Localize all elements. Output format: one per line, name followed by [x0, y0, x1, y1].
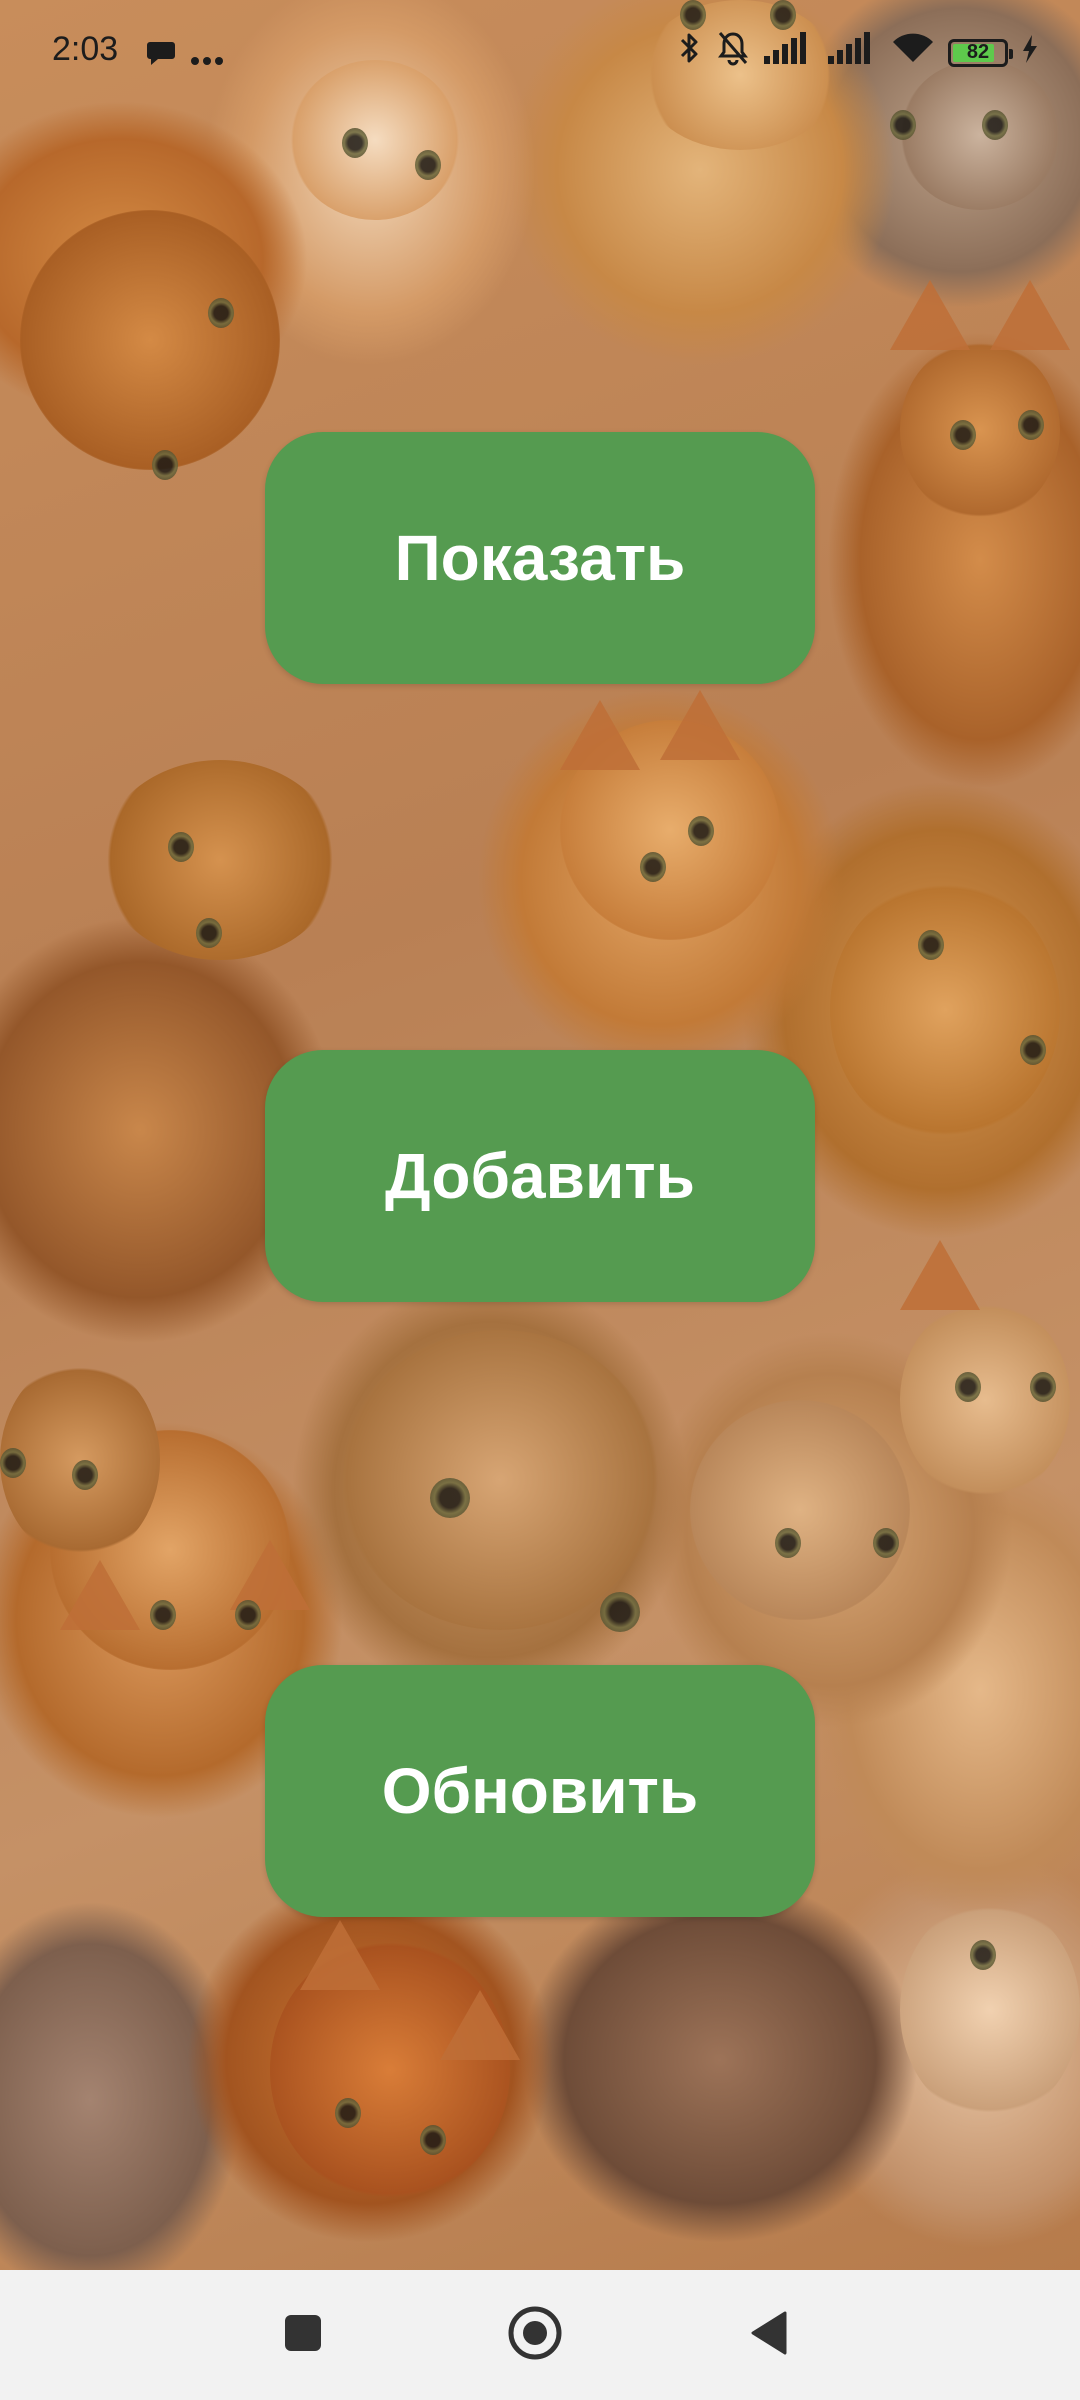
cat-ear	[300, 1920, 380, 1990]
recents-square-icon	[283, 2313, 323, 2358]
cat-eye	[208, 298, 234, 328]
recents-button[interactable]	[260, 2292, 346, 2378]
cat-eye	[72, 1460, 98, 1490]
cat-eye	[890, 110, 916, 140]
cat-eye	[950, 420, 976, 450]
home-circle-icon	[507, 2305, 563, 2366]
cat-ear	[900, 1240, 980, 1310]
chat-bubble-icon	[146, 36, 176, 75]
cat-face	[340, 1330, 660, 1630]
more-dots-icon	[190, 36, 224, 75]
charging-bolt-icon	[1022, 33, 1038, 72]
cat-ear	[660, 690, 740, 760]
cat-eye	[152, 450, 178, 480]
refresh-button[interactable]: Обновить	[265, 1665, 815, 1917]
cat-eye	[1020, 1035, 1046, 1065]
status-bar: 2:03 82	[0, 0, 1080, 100]
cat-face	[830, 880, 1060, 1140]
cat-eye	[775, 1528, 801, 1558]
cat-eye	[1030, 1372, 1056, 1402]
cat-ear	[990, 280, 1070, 350]
cat-eye	[235, 1600, 261, 1630]
cat-eye	[0, 1448, 26, 1478]
cat-eye	[168, 832, 194, 862]
back-triangle-icon	[749, 2311, 789, 2360]
cat-eye	[982, 110, 1008, 140]
cat-eye	[640, 852, 666, 882]
screen: 2:03 82 Показать Добавить Обновить	[0, 0, 1080, 2400]
cat-eye	[150, 1600, 176, 1630]
status-time: 2:03	[52, 30, 119, 68]
status-left-icons	[146, 36, 224, 75]
cat-eye	[335, 2098, 361, 2128]
signal-icon	[764, 32, 814, 73]
battery-level: 82	[966, 41, 990, 63]
status-right-icons: 82	[678, 30, 1038, 75]
cat-eye	[342, 128, 368, 158]
cat-eye	[415, 150, 441, 180]
cat-eye	[970, 1940, 996, 1970]
bluetooth-icon	[678, 30, 702, 75]
add-button[interactable]: Добавить	[265, 1050, 815, 1302]
back-button[interactable]	[726, 2292, 812, 2378]
cat-eye	[873, 1528, 899, 1558]
show-button[interactable]: Показать	[265, 432, 815, 684]
cat-eye	[196, 918, 222, 948]
cat-ear	[560, 700, 640, 770]
signal-icon-2	[828, 32, 878, 73]
cat-eye	[955, 1372, 981, 1402]
cat-eye	[600, 1592, 640, 1632]
cat-face	[900, 1900, 1080, 2120]
cat-ear	[440, 1990, 520, 2060]
cat-eye	[918, 930, 944, 960]
cat-eye	[1018, 410, 1044, 440]
cat-face	[690, 1400, 910, 1620]
cat-ear	[230, 1540, 310, 1610]
cat-ear	[60, 1560, 140, 1630]
cat-ear	[890, 280, 970, 350]
bell-off-icon	[716, 30, 750, 75]
cat-eye	[688, 816, 714, 846]
cat-eye	[430, 1478, 470, 1518]
battery-icon: 82	[948, 38, 1013, 67]
cat-eye	[420, 2125, 446, 2155]
cat-face	[20, 210, 280, 470]
home-button[interactable]	[492, 2292, 578, 2378]
navigation-bar	[0, 2270, 1080, 2400]
wifi-icon	[892, 32, 934, 73]
